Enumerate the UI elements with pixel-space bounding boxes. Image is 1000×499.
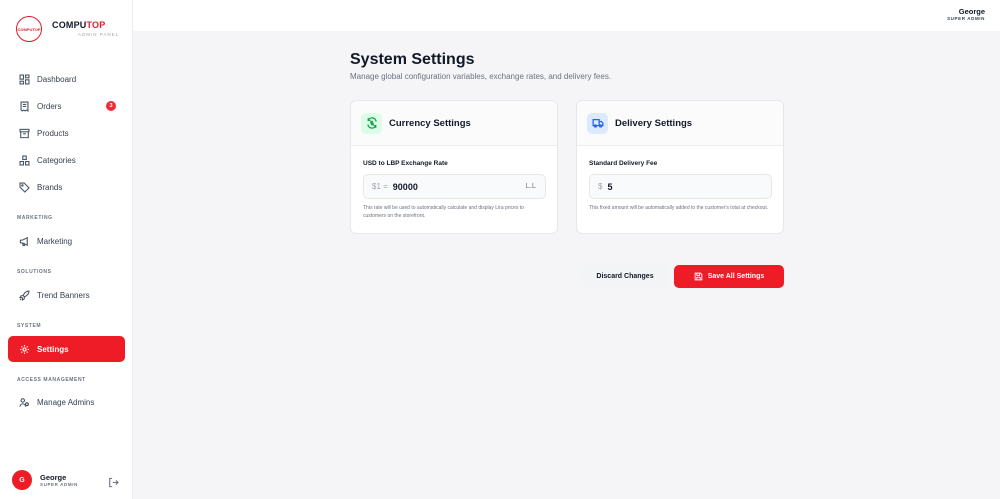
exchange-rate-value: 90000 — [392, 181, 418, 192]
sidebar-item-dashboard[interactable]: Dashboard — [8, 66, 125, 92]
delivery-card-title: Delivery Settings — [615, 117, 693, 129]
delivery-fee-label: Standard Delivery Fee — [589, 160, 658, 167]
avatar: G — [12, 470, 32, 490]
currency-card-header: Currency Settings — [351, 101, 557, 146]
currency-exchange-icon — [361, 112, 382, 134]
logout-icon[interactable] — [108, 475, 119, 488]
exchange-rate-label: USD to LBP Exchange Rate — [363, 160, 448, 167]
delivery-fee-input[interactable]: $ 5 — [589, 174, 772, 199]
brand-subtitle: ADMIN PANEL — [78, 31, 120, 37]
brand[interactable]: COMPUTOP COMPUTOP ADMIN PANEL — [16, 14, 119, 44]
delivery-fee-prefix: $ — [598, 182, 603, 191]
exchange-rate-input[interactable]: $1 = 90000 L.L — [363, 174, 546, 199]
sidebar-item-manage-admins[interactable]: Manage Admins — [8, 389, 125, 415]
shapes-icon — [18, 154, 30, 166]
gear-icon — [18, 343, 30, 355]
brand-name: COMPUTOP — [52, 19, 106, 30]
receipt-icon — [18, 100, 30, 112]
sidebar: COMPUTOP COMPUTOP ADMIN PANEL Dashboard … — [0, 0, 133, 499]
sidebar-item-orders[interactable]: Orders 3 — [8, 93, 125, 119]
delivery-settings-card: Delivery Settings Standard Delivery Fee … — [576, 100, 784, 234]
tag-icon — [18, 181, 30, 193]
sidebar-item-label: Brands — [37, 182, 63, 192]
sidebar-item-trend-banners[interactable]: Trend Banners — [8, 282, 125, 308]
brand-logo: COMPUTOP — [16, 16, 42, 42]
save-all-settings-button[interactable]: Save All Settings — [674, 265, 784, 288]
sidebar-item-label: Trend Banners — [37, 290, 90, 300]
sidebar-item-label: Manage Admins — [37, 397, 95, 407]
sidebar-item-label: Dashboard — [37, 74, 77, 84]
topbar-user[interactable]: George SUPER ADMIN — [947, 7, 985, 21]
users-icon — [18, 396, 30, 408]
section-label-marketing: MARKETING — [17, 215, 53, 221]
discard-changes-button[interactable]: Discard Changes — [582, 265, 668, 288]
section-label-solutions: SOLUTIONS — [17, 269, 52, 275]
sidebar-item-brands[interactable]: Brands — [8, 174, 125, 200]
dashboard-icon — [18, 73, 30, 85]
page-subtitle: Manage global configuration variables, e… — [350, 72, 612, 81]
sidebar-item-label: Categories — [37, 155, 76, 165]
save-button-label: Save All Settings — [707, 273, 765, 280]
topbar: George SUPER ADMIN — [133, 0, 1000, 31]
exchange-rate-suffix: L.L — [525, 183, 537, 190]
delivery-card-header: Delivery Settings — [577, 101, 783, 146]
delivery-fee-value: 5 — [607, 181, 613, 192]
truck-icon — [587, 112, 608, 134]
section-label-system: SYSTEM — [17, 323, 42, 329]
save-icon — [694, 272, 703, 281]
sidebar-item-label: Products — [37, 128, 69, 138]
exchange-rate-help: This rate will be used to automatically … — [363, 205, 524, 219]
sidebar-item-products[interactable]: Products — [8, 120, 125, 146]
exchange-rate-prefix: $1 = — [372, 182, 388, 191]
page-title: System Settings — [350, 51, 475, 68]
rocket-icon — [18, 289, 30, 301]
sidebar-item-label: Orders — [37, 101, 62, 111]
topbar-user-role: SUPER ADMIN — [947, 16, 985, 21]
sidebar-user-role: SUPER ADMIN — [40, 481, 78, 487]
topbar-user-name: George — [958, 7, 985, 16]
orders-count-badge: 3 — [106, 101, 116, 111]
sidebar-item-marketing[interactable]: Marketing — [8, 228, 125, 254]
sidebar-user-name: George — [40, 472, 67, 482]
currency-settings-card: Currency Settings USD to LBP Exchange Ra… — [350, 100, 558, 234]
currency-card-title: Currency Settings — [389, 117, 471, 129]
delivery-fee-help: This fixed amount will be automatically … — [589, 205, 769, 211]
megaphone-icon — [18, 235, 30, 247]
sidebar-item-label: Marketing — [37, 236, 73, 246]
archive-icon — [18, 127, 30, 139]
sidebar-user-card: G George SUPER ADMIN — [0, 461, 133, 499]
sidebar-item-label: Settings — [37, 344, 69, 354]
sidebar-item-categories[interactable]: Categories — [8, 147, 125, 173]
section-label-access-management: ACCESS MANAGEMENT — [17, 377, 86, 383]
sidebar-item-settings[interactable]: Settings — [8, 336, 125, 362]
